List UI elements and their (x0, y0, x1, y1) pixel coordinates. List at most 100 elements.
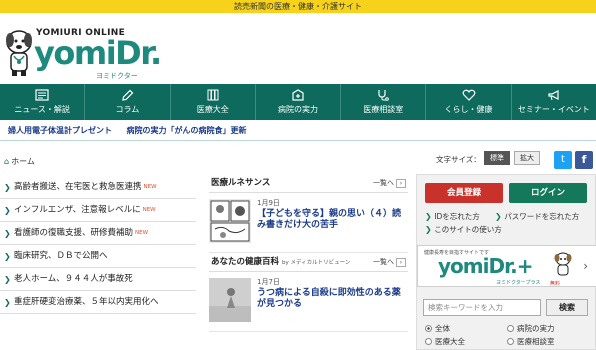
chevron-right-icon: ❯ (425, 212, 435, 221)
hospital-icon (292, 89, 304, 101)
logo-brand-kana: ヨミドクター (96, 72, 138, 80)
news-item[interactable]: ❯ 重症肝硬変治療薬、５年以内実用化へ (0, 291, 196, 314)
newspaper-icon (35, 89, 49, 101)
article-card[interactable]: 1月7日 うつ病による自殺に即効性のある薬が見つかる (209, 272, 408, 332)
forgot-password-label: パスワードを忘れた方 (504, 212, 580, 221)
more-label: 一覧へ (373, 179, 394, 187)
article-thumbnail (209, 199, 251, 243)
news-title: 重症肝硬変治療薬、５年以内実用化へ (14, 297, 159, 307)
stethoscope-icon (378, 90, 390, 101)
section-header-health: あなたの健康百科 by メディカルトリビューン 一覧へ › (209, 253, 408, 272)
nav-life[interactable]: くらし・健康 (426, 84, 512, 120)
feature-column: 医療ルネサンス 一覧へ › 1月9日 【子どもを守る】親の思い（４）読み書きだけ大… (209, 174, 408, 332)
more-link[interactable]: 一覧へ › (373, 174, 406, 193)
article-thumbnail (209, 278, 251, 322)
chevron-right-icon: ❯ (495, 212, 505, 221)
banner-plus: + (516, 254, 534, 278)
scope-option-consult[interactable]: 医療相談室 (507, 336, 555, 347)
member-sidebar: 会員登録 ログイン ❯ IDを忘れた方 ❯ パスワードを忘れた方 ❯ このサイト… (416, 174, 596, 350)
font-size-label: 文字サイズ： (436, 155, 481, 164)
new-badge: NEW (143, 184, 157, 190)
news-title: 高齢者搬送、在宅医と救急医連携 (14, 182, 142, 192)
site-tagline-bar: 読売新聞の医療・健康・介護サイト (0, 0, 596, 13)
nav-column[interactable]: コラム (85, 84, 171, 120)
radio-icon (507, 338, 514, 345)
nav-consult[interactable]: 医療相談室 (341, 84, 427, 120)
news-list: ❯ 高齢者搬送、在宅医と救急医連携 NEW ❯ インフルエンザ、注意報レベルに NEW … (0, 176, 196, 314)
register-button[interactable]: 会員登録 (425, 183, 503, 203)
forgot-id-label: IDを忘れた方 (434, 212, 480, 221)
news-item[interactable]: ❯ 老人ホーム、９４４人が事故死 (0, 268, 196, 291)
banner-free: 無料 (550, 281, 561, 287)
font-size-standard-button[interactable]: 標準 (484, 151, 510, 165)
chevron-right-icon: ❯ (4, 252, 11, 261)
article-card[interactable]: 1月9日 【子どもを守る】親の思い（４）読み書きだけ大の苦手 (209, 193, 408, 253)
yomidr-plus-banner[interactable]: 健康長寿を目指すサイトです yomiDr.+ ヨミドクタープラス 無料 › (417, 245, 596, 287)
news-item[interactable]: ❯ 看護師の復職支援、研修費補助 NEW (0, 222, 196, 245)
scope-label: 病院の実力 (517, 324, 555, 333)
scope-label: 医療大全 (435, 337, 465, 346)
new-badge: NEW (142, 207, 156, 213)
forgot-id-link[interactable]: ❯ IDを忘れた方 (425, 211, 480, 222)
font-size-large-button[interactable]: 拡大 (514, 151, 540, 165)
chevron-right-icon: › (396, 257, 406, 267)
howto-link[interactable]: ❯ このサイトの使い方 (425, 224, 502, 235)
section-sponsor: by メディカルトリビューン (281, 260, 351, 266)
nav-seminar-label: セミナー・イベント (517, 105, 590, 114)
site-logo[interactable]: YOMIURI ONLINE yomiDr. ヨミドクター (0, 14, 200, 84)
dog-mascot-icon (554, 252, 572, 276)
news-item[interactable]: ❯ 臨床研究、ＤＢで公開へ (0, 245, 196, 268)
home-icon: ⌂ (4, 157, 10, 166)
chevron-right-icon: ❯ (4, 229, 11, 238)
section-title: あなたの健康百科 (211, 257, 280, 267)
login-button[interactable]: ログイン (509, 183, 587, 203)
nav-hospital[interactable]: 病院の実力 (256, 84, 342, 120)
logo-brand: yomiDr. (34, 34, 162, 72)
scope-option-all[interactable]: 全体 (425, 323, 450, 334)
radio-icon (507, 325, 514, 332)
scope-label: 医療相談室 (517, 337, 555, 346)
search-input[interactable]: 検索キーワードを入力 (423, 299, 541, 316)
article-date: 1月9日 (257, 199, 280, 207)
nav-seminar[interactable]: セミナー・イベント (512, 84, 596, 120)
breadcrumb-home[interactable]: ホーム (11, 157, 35, 166)
nav-encyclopedia[interactable]: 医療大全 (171, 84, 256, 120)
chevron-right-icon: ❯ (4, 275, 11, 284)
forgot-password-link[interactable]: ❯ パスワードを忘れた方 (495, 211, 579, 222)
chevron-right-icon: ❯ (4, 206, 11, 215)
nav-news[interactable]: ニュース・解説 (0, 84, 86, 120)
news-title: 臨床研究、ＤＢで公開へ (14, 251, 108, 261)
facebook-glyph: f (581, 153, 587, 166)
font-size-control: 文字サイズ： 標準 拡大 (436, 151, 540, 165)
dog-mascot-icon (6, 30, 32, 76)
radio-icon (425, 338, 432, 345)
facebook-icon[interactable]: f (575, 151, 593, 169)
news-item[interactable]: ❯ 高齢者搬送、在宅医と救急医連携 NEW (0, 176, 196, 199)
article-title: うつ病による自殺に即効性のある薬が見つかる (257, 288, 401, 309)
breadcrumb: ⌂ ホーム (4, 156, 35, 167)
sub-nav-link-thermometer[interactable]: 婦人用電子体温計プレゼント (8, 126, 112, 135)
nav-encyclopedia-label: 医療大全 (196, 105, 229, 114)
new-badge: NEW (135, 230, 149, 236)
howto-label: このサイトの使い方 (434, 225, 502, 234)
chevron-right-icon: ❯ (4, 298, 11, 307)
nav-consult-label: 医療相談室 (363, 105, 404, 114)
search-button[interactable]: 検索 (546, 299, 588, 316)
banner-brand-text: yomiDr. (438, 254, 518, 278)
twitter-glyph: t (561, 154, 565, 165)
scope-option-encyclopedia[interactable]: 医療大全 (425, 336, 465, 347)
scope-option-hospital[interactable]: 病院の実力 (507, 323, 555, 334)
heart-icon (462, 89, 475, 101)
chevron-right-icon: ❯ (4, 183, 11, 192)
news-item[interactable]: ❯ インフルエンザ、注意報レベルに NEW (0, 199, 196, 222)
chevron-right-icon: ❯ (425, 225, 435, 234)
more-label: 一覧へ (373, 258, 394, 266)
article-date: 1月7日 (257, 278, 280, 286)
main-nav: ニュース・解説 コラム 医療大全 病院の実力 医療相談室 くらし・健康 セミナー… (0, 84, 596, 120)
twitter-icon[interactable]: t (554, 151, 572, 169)
more-link[interactable]: 一覧へ › (373, 253, 406, 272)
news-title: 看護師の復職支援、研修費補助 (14, 228, 134, 238)
sub-nav-link-hospital-food[interactable]: 病院の実力「がんの病院食」更新 (127, 126, 247, 135)
nav-hospital-label: 病院の実力 (277, 105, 318, 114)
pencil-icon (122, 89, 134, 101)
